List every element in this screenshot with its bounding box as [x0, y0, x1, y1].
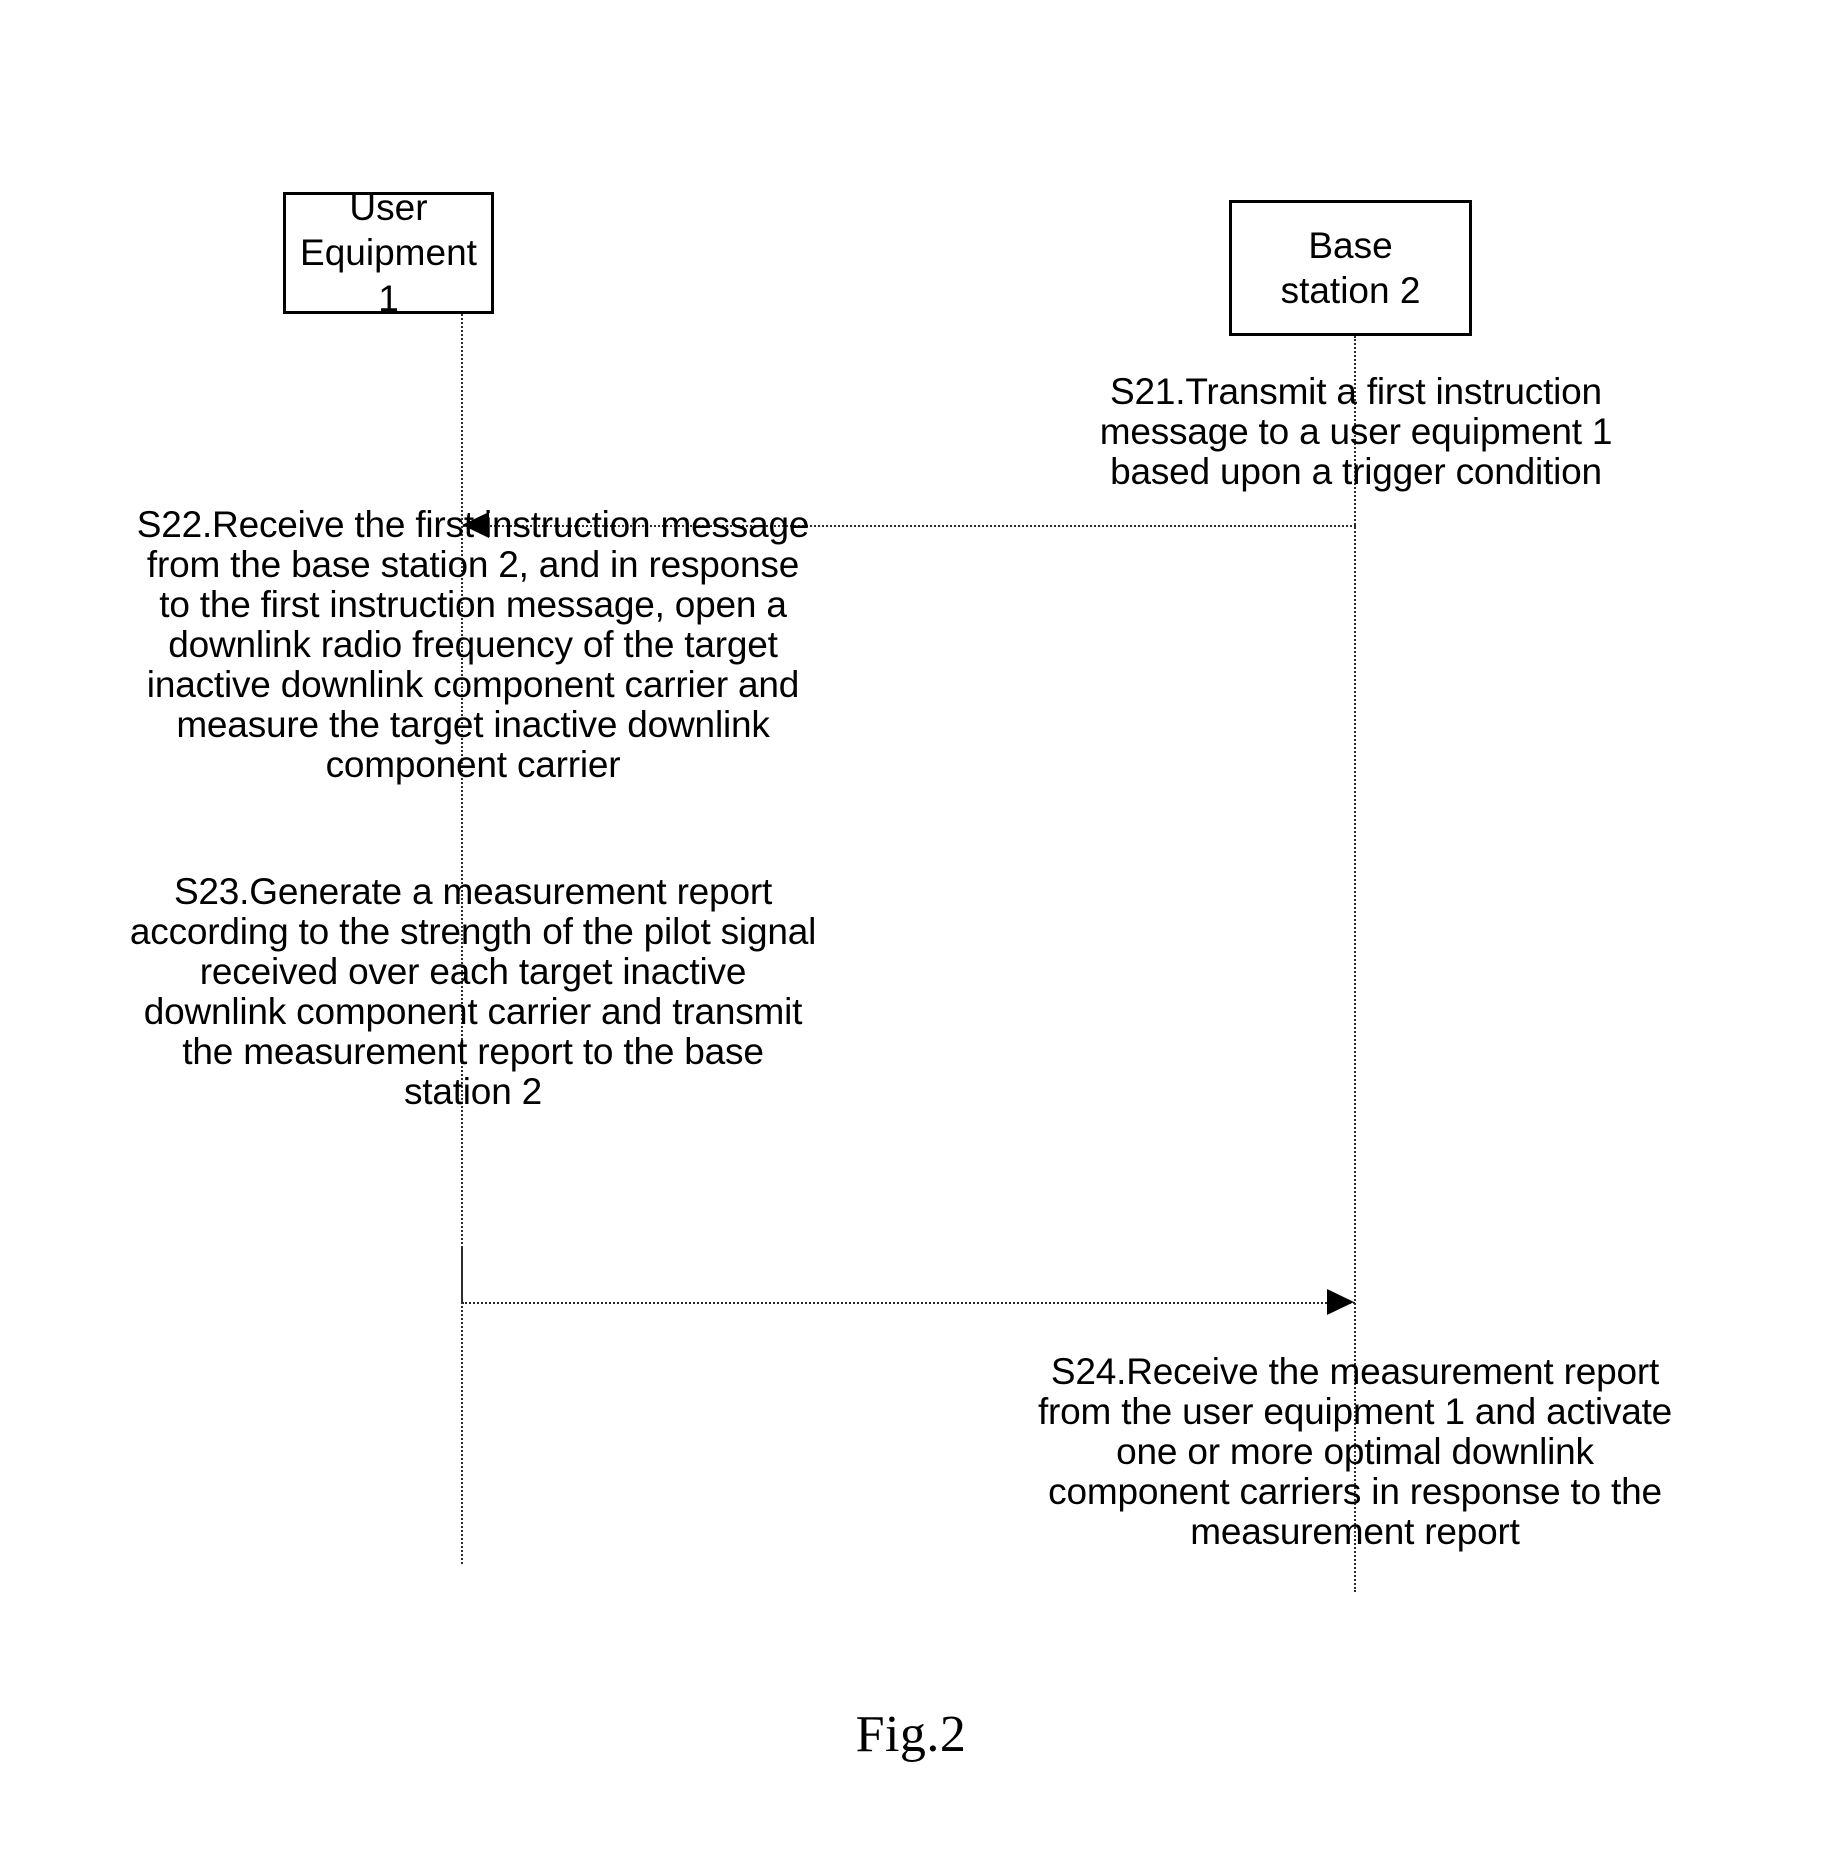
figure-canvas: User Equipment 1 Base station 2 S21.Tran…	[0, 0, 1822, 1867]
arrowhead-right-icon-s24	[1327, 1289, 1354, 1315]
message-line-s24	[462, 1302, 1355, 1304]
actor-label-user-equipment-1: User Equipment 1	[300, 187, 477, 319]
step-text-s23: S23.Generate a measurement report accord…	[129, 871, 817, 1112]
message-stub-s24	[461, 1247, 463, 1304]
actor-box-user-equipment-1: User Equipment 1	[283, 187, 494, 319]
step-text-s24: S24.Receive the measurement report from …	[1037, 1351, 1673, 1552]
step-text-s21: S21.Transmit a first instruction message…	[1099, 371, 1613, 492]
figure-caption: Fig.2	[855, 1706, 967, 1763]
step-text-s22: S22.Receive the first instruction messag…	[136, 504, 810, 785]
actor-label-base-station-2: Base station 2	[1280, 224, 1421, 311]
actor-box-base-station-2: Base station 2	[1229, 200, 1472, 336]
